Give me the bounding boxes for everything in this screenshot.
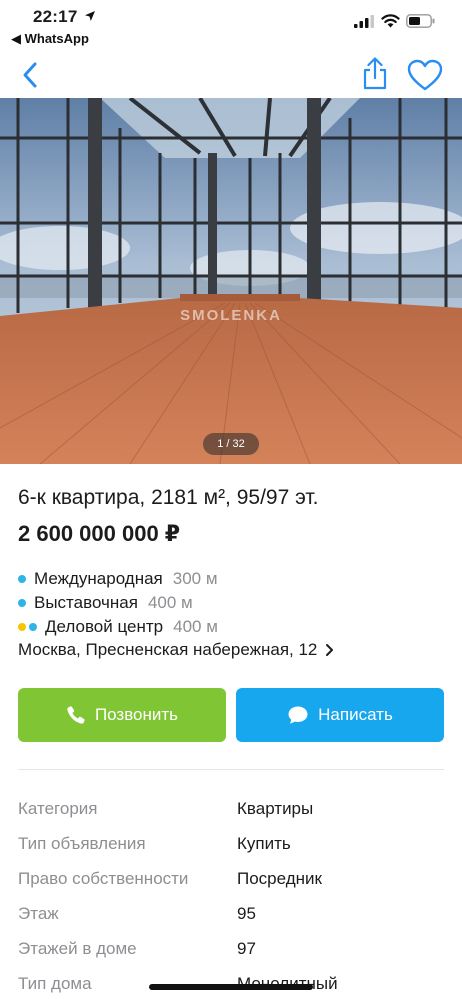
metro-station: Международная 300 м [18,568,218,590]
param-label: Категория [18,799,98,818]
metro-distance: 400 м [173,617,218,636]
listing-photo [0,98,462,464]
metro-station: Выставочная 400 м [18,592,193,614]
metro-distance: 400 м [147,593,193,612]
param-value: Посредник [237,869,322,888]
param-label: Право собственности [18,869,189,888]
status-bar: 22:17 ◀ WhatsApp [0,0,462,50]
share-icon[interactable] [358,56,392,92]
metro-station-name: Выставочная [34,593,138,612]
photo-counter: 1 / 32 [203,433,259,455]
listing-title: 6-к квартира, 2181 м², 95/97 эт. [18,486,319,509]
param-label: Этажей в доме [18,939,137,958]
metro-line-dot [18,599,26,607]
metro-line-dot [18,575,26,583]
metro-station: Деловой центр 400 м [18,616,218,638]
call-button-label: Позвонить [94,705,179,724]
param-label: Этаж [18,904,59,923]
address-link[interactable]: Москва, Пресненская набережная, 12 [18,640,334,660]
metro-line-dot [29,623,37,631]
call-button[interactable]: Позвонить [18,688,226,742]
param-label: Тип дома [18,974,92,993]
param-row: Категория Квартиры [18,799,444,823]
listing-price: 2 600 000 000 ₽ [18,521,181,546]
param-label: Тип объявления [18,834,146,853]
param-value: 97 [237,939,256,958]
back-to-app-link[interactable]: ◀ WhatsApp [11,31,89,47]
chat-bubble-icon [288,706,308,724]
address-text: Москва, Пресненская набережная, 12 [18,640,318,659]
param-row: Этаж 95 [18,904,444,928]
section-divider [18,769,444,770]
param-row: Тип объявления Купить [18,834,444,858]
message-button-label: Написать [318,705,393,724]
metro-station-name: Международная [34,569,163,588]
home-indicator[interactable] [149,984,313,990]
param-row: Право собственности Посредник [18,869,444,893]
phone-icon [67,706,85,724]
photo-watermark: SMOLENKA [180,307,282,324]
photo-gallery[interactable]: SMOLENKA [0,98,462,464]
battery-icon [406,14,435,28]
param-row: Этажей в доме 97 [18,939,444,963]
param-value: Квартиры [237,799,314,818]
chevron-right-icon [326,644,334,656]
message-button[interactable]: Написать [236,688,444,742]
param-value: Купить [237,834,291,853]
wifi-icon [381,14,400,28]
cellular-signal-icon [354,15,374,28]
metro-line-dot [18,623,26,631]
navigation-bar [0,54,462,98]
metro-station-name: Деловой центр [45,617,164,636]
location-arrow-icon [85,11,95,21]
metro-distance: 300 м [172,569,218,588]
status-time: 22:17 [33,7,78,26]
chevron-left-icon[interactable] [14,58,48,92]
heart-icon[interactable] [406,58,444,92]
param-value: 95 [237,904,256,923]
